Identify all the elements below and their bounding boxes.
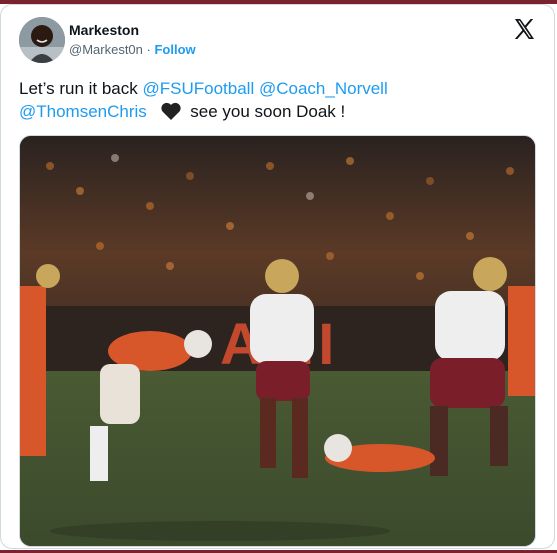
embedded-tweet-card[interactable]: Markeston @Markest0n · Follow Let’s run … — [0, 4, 555, 549]
author-handle[interactable]: @Markest0n — [69, 42, 143, 57]
black-heart-icon — [160, 101, 182, 127]
separator-dot: · — [146, 42, 151, 57]
author-display-name[interactable]: Markeston — [69, 22, 139, 38]
mention-coach-norvell[interactable]: @Coach_Norvell — [259, 79, 388, 98]
follow-button[interactable]: Follow — [154, 42, 195, 57]
football-action-photo: AMI — [20, 136, 535, 546]
x-logo-icon[interactable] — [512, 17, 536, 41]
avatar-image — [19, 17, 65, 63]
author-handle-line: @Markest0n · Follow — [69, 42, 196, 57]
mention-fsufootball[interactable]: @FSUFootball — [143, 79, 255, 98]
tweet-text: Let’s run it back @FSUFootball @Coach_No… — [19, 77, 539, 127]
tweet-text-outro: see you soon Doak ! — [190, 102, 346, 121]
tweet-photo[interactable]: AMI — [19, 135, 536, 547]
avatar[interactable] — [19, 17, 65, 63]
tweet-text-intro: Let’s run it back — [19, 79, 138, 98]
mention-thomsenchris[interactable]: @ThomsenChris — [19, 102, 147, 121]
